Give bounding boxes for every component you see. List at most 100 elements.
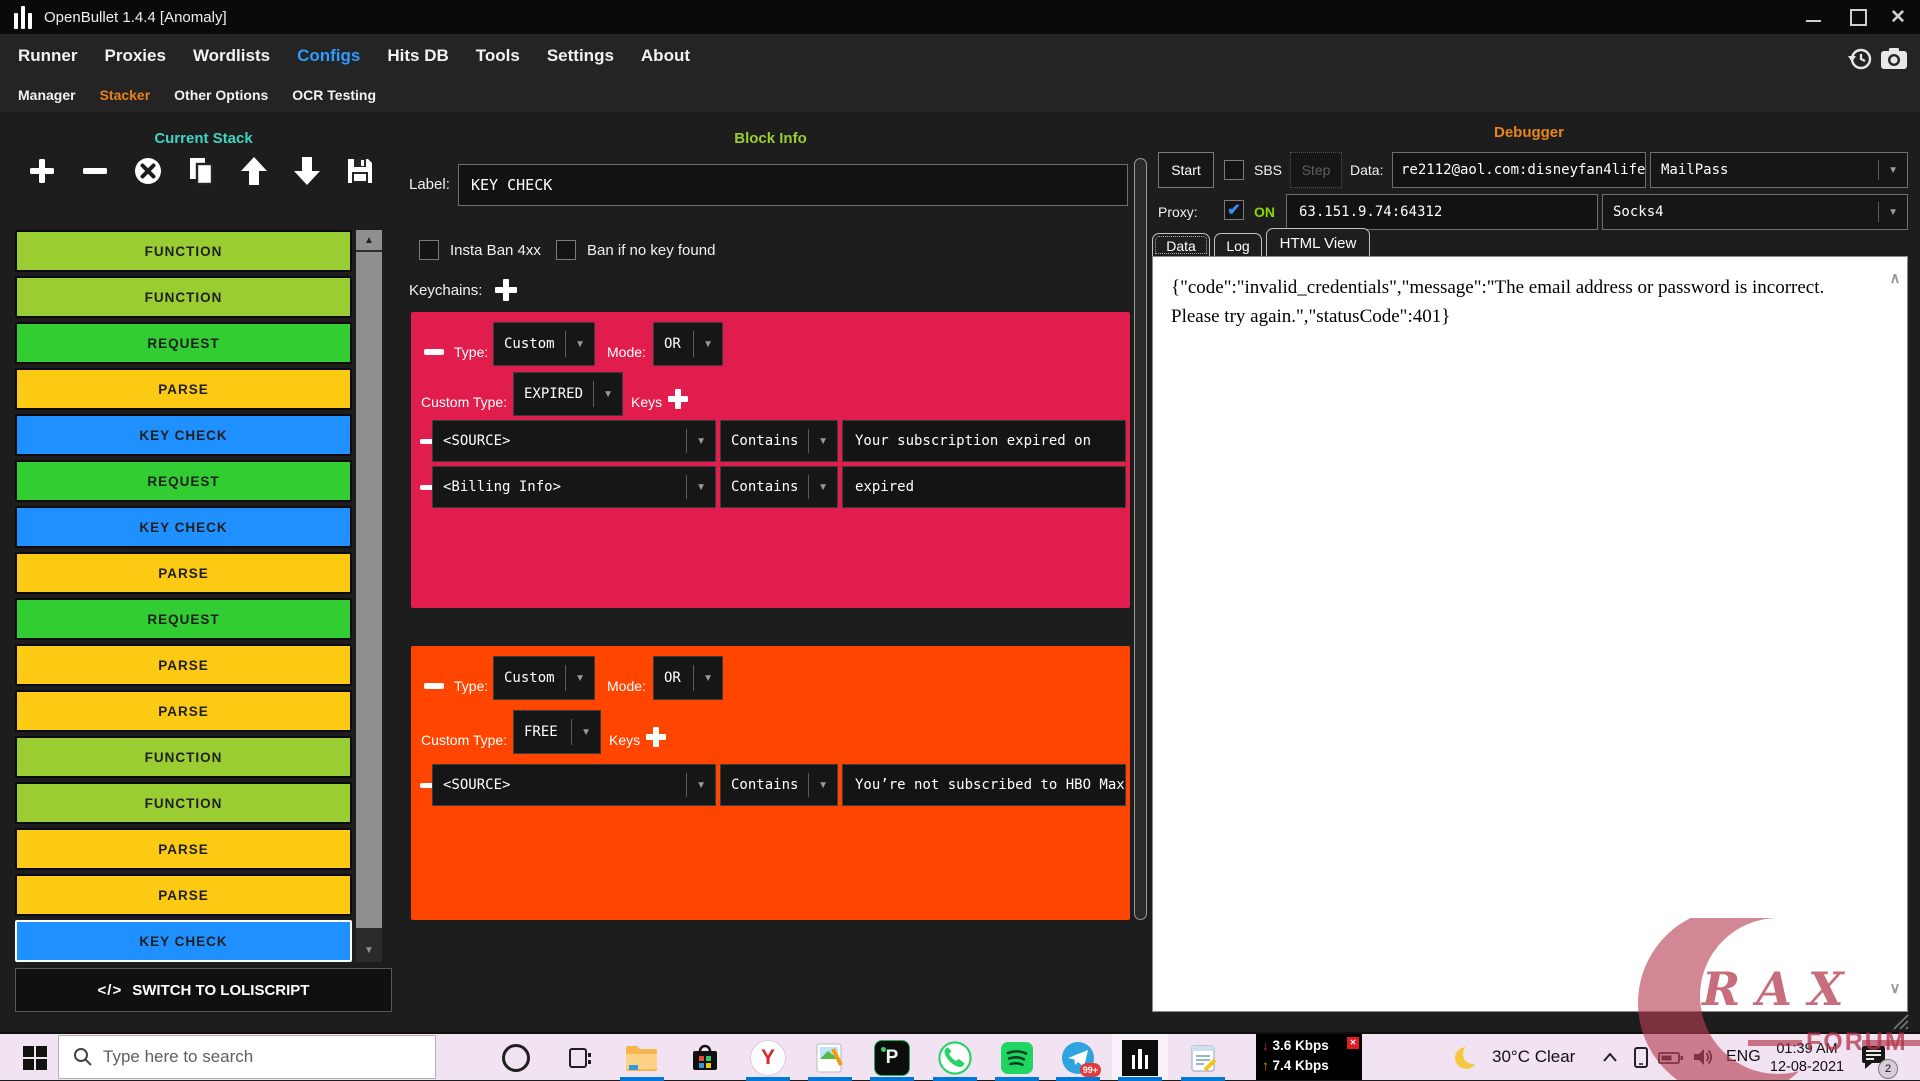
wordlist-type-dropdown[interactable]: MailPass ▼ [1650, 152, 1908, 188]
move-up-icon[interactable] [239, 156, 269, 186]
battery-icon[interactable] [1658, 1051, 1684, 1065]
clock[interactable]: 01:39 AM 12-08-2021 [1762, 1040, 1852, 1076]
key-source-dropdown[interactable]: <Billing Info> ▼ [432, 466, 716, 508]
submenu-item-otheroptions[interactable]: Other Options [174, 87, 268, 103]
stack-block[interactable]: PARSE [15, 644, 352, 686]
menu-item-hitsdb[interactable]: Hits DB [387, 46, 448, 66]
stack-block[interactable]: PARSE [15, 874, 352, 916]
menu-item-configs[interactable]: Configs [297, 46, 360, 66]
your-phone-icon[interactable] [1632, 1046, 1650, 1070]
key-condition-dropdown[interactable]: Contains ▼ [720, 420, 838, 462]
add-key-icon[interactable] [667, 388, 689, 410]
stack-block[interactable]: REQUEST [15, 322, 352, 364]
menu-item-tools[interactable]: Tools [476, 46, 520, 66]
image-editor-icon[interactable] [810, 1039, 850, 1077]
clone-block-icon[interactable] [186, 156, 216, 186]
minimize-button[interactable] [1806, 0, 1821, 34]
menu-item-settings[interactable]: Settings [547, 46, 614, 66]
scrollbar-thumb[interactable] [356, 252, 382, 928]
ban-no-key-checkbox[interactable] [556, 240, 576, 260]
submenu-item-manager[interactable]: Manager [18, 87, 76, 103]
add-keychain-icon[interactable] [494, 278, 518, 302]
notepad-icon[interactable] [1183, 1039, 1223, 1077]
p-app-icon[interactable]: P [872, 1039, 912, 1077]
key-condition-dropdown[interactable]: Contains ▼ [720, 764, 838, 806]
key-value-input[interactable]: Your subscription expired on [842, 420, 1126, 462]
stack-block[interactable]: KEY CHECK [15, 414, 352, 456]
proxy-type-dropdown[interactable]: Socks4 ▼ [1602, 194, 1908, 230]
clear-stack-icon[interactable] [133, 156, 163, 186]
custom-type-dropdown[interactable]: FREE ▼ [513, 710, 601, 754]
cortana-icon[interactable] [496, 1039, 536, 1077]
switch-to-loliscript-button[interactable]: </> SWITCH TO LOLISCRIPT [15, 968, 392, 1012]
key-source-dropdown[interactable]: <SOURCE> ▼ [432, 764, 716, 806]
stack-block[interactable]: FUNCTION [15, 782, 352, 824]
start-button[interactable]: Start [1158, 152, 1214, 188]
whatsapp-icon[interactable] [935, 1039, 975, 1077]
scroll-up-icon[interactable]: ▲ [356, 230, 382, 250]
menu-item-about[interactable]: About [641, 46, 690, 66]
block-label-input[interactable]: KEY CHECK [458, 164, 1128, 206]
stack-block[interactable]: PARSE [15, 552, 352, 594]
stack-block[interactable]: PARSE [15, 368, 352, 410]
stack-block[interactable]: REQUEST [15, 598, 352, 640]
scroll-up-icon[interactable]: ∧ [1885, 269, 1905, 287]
keychain-type-dropdown[interactable]: Custom ▼ [493, 322, 595, 366]
resize-grip-icon[interactable] [1892, 1014, 1910, 1030]
stack-block[interactable]: KEY CHECK [15, 920, 352, 962]
menu-item-runner[interactable]: Runner [18, 46, 78, 66]
close-icon[interactable]: ✕ [1347, 1037, 1359, 1049]
spotify-icon[interactable] [997, 1039, 1037, 1077]
stack-block[interactable]: FUNCTION [15, 276, 352, 318]
tab-html-view[interactable]: HTML View [1266, 228, 1370, 257]
file-explorer-icon[interactable] [622, 1039, 662, 1077]
key-condition-dropdown[interactable]: Contains ▼ [720, 466, 838, 508]
show-hidden-icons-chevron[interactable] [1602, 1051, 1618, 1063]
language-indicator[interactable]: ENG [1726, 1048, 1761, 1066]
add-key-icon[interactable] [645, 726, 667, 748]
submenu-item-stacker[interactable]: Stacker [100, 87, 151, 103]
step-button[interactable]: Step [1290, 152, 1342, 188]
update-history-icon[interactable] [1848, 46, 1874, 72]
keychain-handle-icon[interactable] [424, 349, 444, 355]
netspeed-widget[interactable]: ↓ 3.6 Kbps ↑ 7.4 Kbps ✕ [1256, 1034, 1362, 1080]
key-source-dropdown[interactable]: <SOURCE> ▼ [432, 420, 716, 462]
taskbar-search-input[interactable]: Type here to search [58, 1035, 436, 1079]
stack-block[interactable]: KEY CHECK [15, 506, 352, 548]
yandex-browser-icon[interactable]: Y [748, 1039, 788, 1077]
start-button-icon[interactable] [22, 1045, 48, 1071]
keychain-mode-dropdown[interactable]: OR ▼ [653, 656, 723, 700]
stack-block[interactable]: FUNCTION [15, 736, 352, 778]
stack-block[interactable]: FUNCTION [15, 230, 352, 272]
custom-type-dropdown[interactable]: EXPIRED ▼ [513, 372, 623, 416]
close-button[interactable]: ✕ [1890, 0, 1906, 34]
openbullet-taskbar-icon[interactable] [1120, 1039, 1160, 1077]
keychain-type-dropdown[interactable]: Custom ▼ [493, 656, 595, 700]
scroll-down-icon[interactable]: ∨ [1885, 979, 1905, 997]
maximize-button[interactable] [1850, 0, 1867, 34]
stack-block[interactable]: PARSE [15, 690, 352, 732]
key-value-input[interactable]: expired [842, 466, 1126, 508]
menu-item-proxies[interactable]: Proxies [105, 46, 166, 66]
save-config-icon[interactable] [345, 156, 375, 186]
stack-block[interactable]: PARSE [15, 828, 352, 870]
tab-data[interactable]: Data [1152, 233, 1210, 257]
telegram-icon[interactable]: 99+ [1058, 1039, 1101, 1077]
microsoft-store-icon[interactable] [685, 1039, 725, 1077]
stack-block[interactable]: REQUEST [15, 460, 352, 502]
keychain-mode-dropdown[interactable]: OR ▼ [653, 322, 723, 366]
moon-weather-icon[interactable] [1452, 1043, 1482, 1073]
menu-item-wordlists[interactable]: Wordlists [193, 46, 270, 66]
sbs-checkbox[interactable] [1224, 160, 1244, 180]
data-input[interactable]: re2112@aol.com:disneyfan4life [1392, 152, 1646, 188]
move-down-icon[interactable] [292, 156, 322, 186]
scroll-down-icon[interactable]: ▼ [356, 940, 382, 960]
key-value-input[interactable]: You’re not subscribed to HBO Max [842, 764, 1126, 806]
add-block-icon[interactable] [27, 156, 57, 186]
insta-ban-checkbox[interactable] [419, 240, 439, 260]
proxy-checkbox[interactable]: ✔ [1224, 200, 1244, 220]
action-center-icon[interactable]: 2 [1860, 1043, 1898, 1079]
remove-block-icon[interactable] [80, 156, 110, 186]
stack-scrollbar[interactable]: ▲ ▼ [356, 230, 382, 962]
weather-label[interactable]: 30°C Clear [1492, 1047, 1575, 1067]
